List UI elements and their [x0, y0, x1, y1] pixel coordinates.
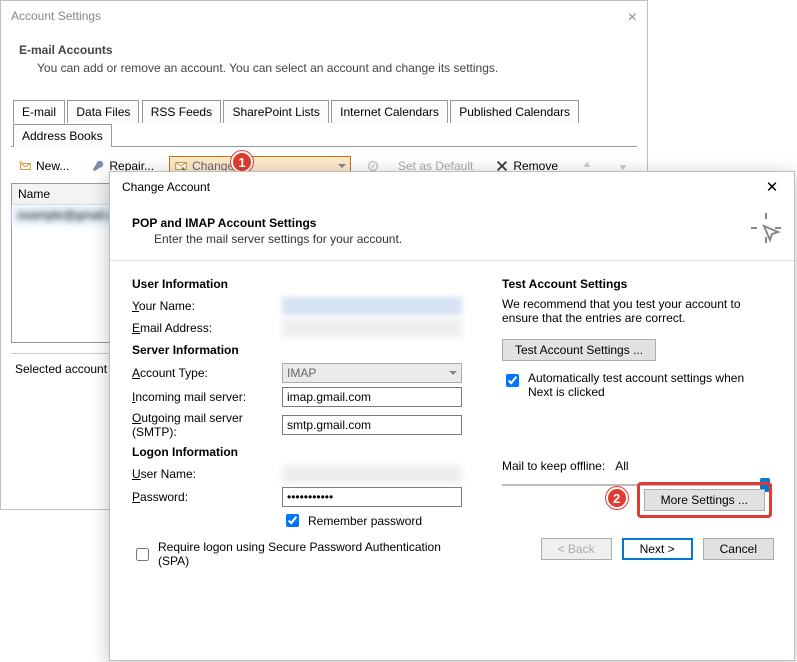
label-mail-keep: Mail to keep offline:: [502, 459, 605, 473]
test-description: We recommend that you test your account …: [502, 297, 772, 325]
mail-keep-value: All: [615, 459, 628, 473]
dialog-heading: POP and IMAP Account Settings: [132, 208, 772, 232]
remember-password-checkbox[interactable]: [286, 514, 299, 527]
section-user-info: User Information: [132, 277, 462, 291]
tab-data-files[interactable]: Data Files: [67, 100, 139, 123]
more-settings-highlight: 2 More Settings ...: [637, 482, 772, 518]
label-auto-test: Automatically test account settings when…: [528, 371, 772, 399]
incoming-server-input[interactable]: [282, 387, 462, 407]
auto-test-checkbox[interactable]: [506, 374, 519, 387]
label-incoming: Incoming mail server:: [132, 390, 282, 404]
label-username: User Name:: [132, 467, 282, 481]
dialog-title: Change Account: [122, 180, 210, 194]
callout-badge-2: 2: [606, 487, 628, 509]
account-type-select: IMAP: [282, 363, 462, 383]
label-your-name: Your Name:: [132, 299, 282, 313]
tab-published-cal[interactable]: Published Calendars: [450, 100, 579, 123]
new-button[interactable]: New...: [11, 155, 76, 177]
dialog-titlebar: Change Account ✕: [110, 172, 794, 202]
label-outgoing: Outgoing mail server (SMTP):: [132, 411, 282, 439]
your-name-field[interactable]: [282, 297, 462, 315]
close-icon[interactable]: ×: [628, 9, 637, 27]
spa-checkbox[interactable]: [136, 548, 149, 561]
tab-rss-feeds[interactable]: RSS Feeds: [142, 100, 221, 123]
section-server-info: Server Information: [132, 343, 462, 357]
callout-badge-1: 1: [231, 151, 253, 173]
window-titlebar: Account Settings ×: [1, 1, 647, 27]
label-spa: Require logon using Secure Password Auth…: [158, 540, 462, 568]
username-input[interactable]: [282, 465, 462, 483]
change-account-dialog: Change Account ✕ POP and IMAP Account Se…: [109, 171, 795, 661]
window-title: Account Settings: [11, 9, 101, 27]
close-icon[interactable]: ✕: [758, 178, 786, 196]
more-settings-button[interactable]: More Settings ...: [644, 489, 765, 511]
password-input[interactable]: [282, 487, 462, 507]
label-password: Password:: [132, 490, 282, 504]
email-field[interactable]: [282, 319, 462, 337]
email-accounts-subheading: You can add or remove an account. You ca…: [1, 59, 647, 89]
tab-internet-cal[interactable]: Internet Calendars: [331, 100, 448, 123]
repair-icon: [91, 159, 105, 173]
new-icon: [18, 159, 32, 173]
tab-sharepoint[interactable]: SharePoint Lists: [223, 100, 328, 123]
back-button: < Back: [541, 538, 612, 560]
tabs: E-mail Data Files RSS Feeds SharePoint L…: [11, 99, 637, 147]
dialog-footer: < Back Next > Cancel: [541, 538, 774, 560]
next-button[interactable]: Next >: [622, 538, 693, 560]
label-email: Email Address:: [132, 321, 282, 335]
section-logon-info: Logon Information: [132, 445, 462, 459]
test-account-button[interactable]: Test Account Settings ...: [502, 339, 656, 361]
label-account-type: Account Type:: [132, 366, 282, 380]
tab-email[interactable]: E-mail: [13, 100, 65, 124]
dialog-subheading: Enter the mail server settings for your …: [132, 232, 772, 254]
section-test: Test Account Settings: [502, 277, 772, 291]
tab-address-books[interactable]: Address Books: [13, 124, 112, 147]
cursor-icon: [748, 210, 784, 249]
email-accounts-heading: E-mail Accounts: [1, 27, 647, 59]
outgoing-server-input[interactable]: [282, 415, 462, 435]
label-remember: Remember password: [308, 514, 422, 528]
cancel-button[interactable]: Cancel: [703, 538, 774, 560]
